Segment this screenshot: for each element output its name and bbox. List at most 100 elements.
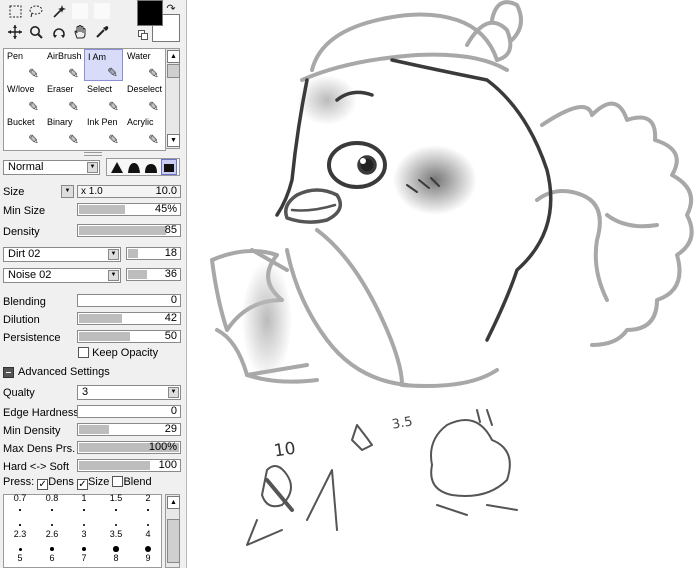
- pen-icon: ✎: [28, 66, 39, 81]
- size-preset-label[interactable]: 7: [68, 553, 100, 563]
- size-preset-label[interactable]: 4: [132, 529, 164, 539]
- sizes-scrollbar[interactable]: ▲: [165, 494, 180, 568]
- size-slider[interactable]: x 1.0 10.0: [77, 185, 181, 198]
- dilution-label: Dilution: [3, 314, 40, 326]
- brush-i-am[interactable]: I Am ✎: [84, 49, 123, 81]
- reset-colors-icon[interactable]: [135, 27, 151, 43]
- eyedropper-icon[interactable]: [94, 24, 110, 40]
- quality-select[interactable]: 3 ▼: [77, 385, 181, 400]
- max-dens-label: Max Dens Prs.: [3, 443, 76, 455]
- size-preset-label[interactable]: 5: [4, 553, 36, 563]
- size-checkbox[interactable]: ✓: [77, 479, 88, 490]
- scroll-thumb[interactable]: [167, 64, 180, 78]
- size-preset-dot[interactable]: [19, 524, 21, 526]
- brush-acrylic[interactable]: Acrylic ✎: [124, 115, 163, 147]
- size-preset-dot[interactable]: [81, 546, 87, 552]
- size-preset-label[interactable]: 9: [132, 553, 164, 563]
- density-slider[interactable]: 85: [77, 224, 181, 237]
- brush-ink-pen[interactable]: Ink Pen ✎: [84, 115, 123, 147]
- brush-w-love[interactable]: W/love ✎: [4, 82, 43, 114]
- size-preset-dot[interactable]: [146, 523, 150, 527]
- size-press-label: Size: [88, 476, 110, 488]
- shape-medium-icon[interactable]: [127, 160, 141, 174]
- keep-opacity-checkbox[interactable]: [78, 347, 89, 358]
- size-preset-label[interactable]: 1.5: [100, 493, 132, 503]
- size-preset-label[interactable]: 3.5: [100, 529, 132, 539]
- move-icon[interactable]: [7, 24, 23, 40]
- shape-soft-icon[interactable]: [144, 160, 158, 174]
- brush-bucket[interactable]: Bucket ✎: [4, 115, 43, 147]
- size-preset-dot[interactable]: [83, 509, 85, 511]
- brush-eraser[interactable]: Eraser ✎: [44, 82, 83, 114]
- texture2-select[interactable]: Noise 02 ▼: [3, 268, 121, 283]
- texture1-slider[interactable]: 18: [126, 247, 181, 260]
- keep-opacity-option[interactable]: Keep Opacity: [78, 347, 158, 359]
- dilution-slider[interactable]: 42: [77, 312, 181, 325]
- rect-select-icon[interactable]: [7, 3, 23, 19]
- lasso-icon[interactable]: [28, 3, 44, 19]
- blend-mode-select[interactable]: Normal ▼: [3, 160, 100, 175]
- size-preset-dot[interactable]: [50, 547, 54, 551]
- size-preset-label[interactable]: 6: [36, 553, 68, 563]
- acrylic-icon: ✎: [148, 132, 159, 147]
- hand-icon[interactable]: [72, 24, 88, 40]
- size-preset-dot[interactable]: [18, 547, 22, 551]
- size-preset-label[interactable]: 2.6: [36, 529, 68, 539]
- drawing-canvas[interactable]: 10 3.5: [187, 0, 700, 568]
- size-preset-dot[interactable]: [19, 509, 21, 511]
- shape-flat-selected[interactable]: [161, 159, 177, 175]
- brush-select[interactable]: Select ✎: [84, 82, 123, 114]
- brush-pen[interactable]: Pen ✎: [4, 49, 43, 81]
- size-preset-dot[interactable]: [144, 545, 152, 553]
- collapse-icon[interactable]: [3, 367, 14, 378]
- blending-value: 0: [170, 294, 177, 306]
- brush-binary[interactable]: Binary ✎: [44, 115, 83, 147]
- size-dropdown-icon[interactable]: ▼: [61, 185, 74, 198]
- size-preset-label[interactable]: 0.8: [36, 493, 68, 503]
- size-preset-dot[interactable]: [115, 509, 117, 511]
- texture2-fill: [128, 270, 148, 279]
- edge-hardness-slider[interactable]: 0: [77, 405, 181, 418]
- shape-sharp-icon[interactable]: [110, 160, 124, 174]
- brush-scrollbar[interactable]: ▲ ▼: [165, 48, 180, 149]
- size-preset-dot[interactable]: [51, 509, 53, 511]
- magic-wand-icon[interactable]: [51, 3, 67, 19]
- min-size-slider[interactable]: 45%: [77, 203, 181, 216]
- blending-slider[interactable]: 0: [77, 294, 181, 307]
- brush-airbrush[interactable]: AirBrush ✎: [44, 49, 83, 81]
- density-fill: [79, 226, 166, 235]
- size-preset-label[interactable]: 3: [68, 529, 100, 539]
- zoom-icon[interactable]: [28, 24, 44, 40]
- scroll-down-icon[interactable]: ▼: [167, 134, 180, 147]
- size-preset-dot[interactable]: [51, 524, 53, 526]
- chevron-down-icon: ▼: [168, 387, 179, 398]
- texture2-slider[interactable]: 36: [126, 268, 181, 281]
- brush-icon: ✎: [107, 65, 118, 80]
- size-preset-label[interactable]: 0.7: [4, 493, 36, 503]
- size-preset-dot[interactable]: [114, 523, 118, 527]
- texture1-select[interactable]: Dirt 02 ▼: [3, 247, 121, 262]
- size-preset-label[interactable]: 2.3: [4, 529, 36, 539]
- scroll-up-icon[interactable]: ▲: [167, 50, 180, 63]
- brush-deselect[interactable]: Deselect ✎: [124, 82, 163, 114]
- size-preset-dot[interactable]: [82, 523, 86, 527]
- size-preset-label[interactable]: 2: [132, 493, 164, 503]
- brush-water[interactable]: Water ✎: [124, 49, 163, 81]
- max-dens-slider[interactable]: 100%: [77, 441, 181, 454]
- panel-splitter[interactable]: [84, 152, 102, 156]
- size-preset-dot[interactable]: [113, 546, 119, 552]
- size-preset-label[interactable]: 1: [68, 493, 100, 503]
- persistence-slider[interactable]: 50: [77, 330, 181, 343]
- dens-checkbox[interactable]: ✓: [37, 479, 49, 490]
- min-density-slider[interactable]: 29: [77, 423, 181, 436]
- blend-checkbox[interactable]: [112, 476, 124, 487]
- scroll-thumb[interactable]: [167, 519, 180, 563]
- hard-soft-slider[interactable]: 100: [77, 459, 181, 472]
- swap-colors-icon[interactable]: ↷: [163, 0, 179, 16]
- size-preset-dot[interactable]: [147, 509, 149, 511]
- size-preset-label[interactable]: 8: [100, 553, 132, 563]
- min-size-value: 45%: [154, 203, 177, 215]
- foreground-color-swatch[interactable]: [137, 0, 163, 26]
- rotate-icon[interactable]: [51, 24, 67, 40]
- scroll-up-icon[interactable]: ▲: [167, 496, 180, 509]
